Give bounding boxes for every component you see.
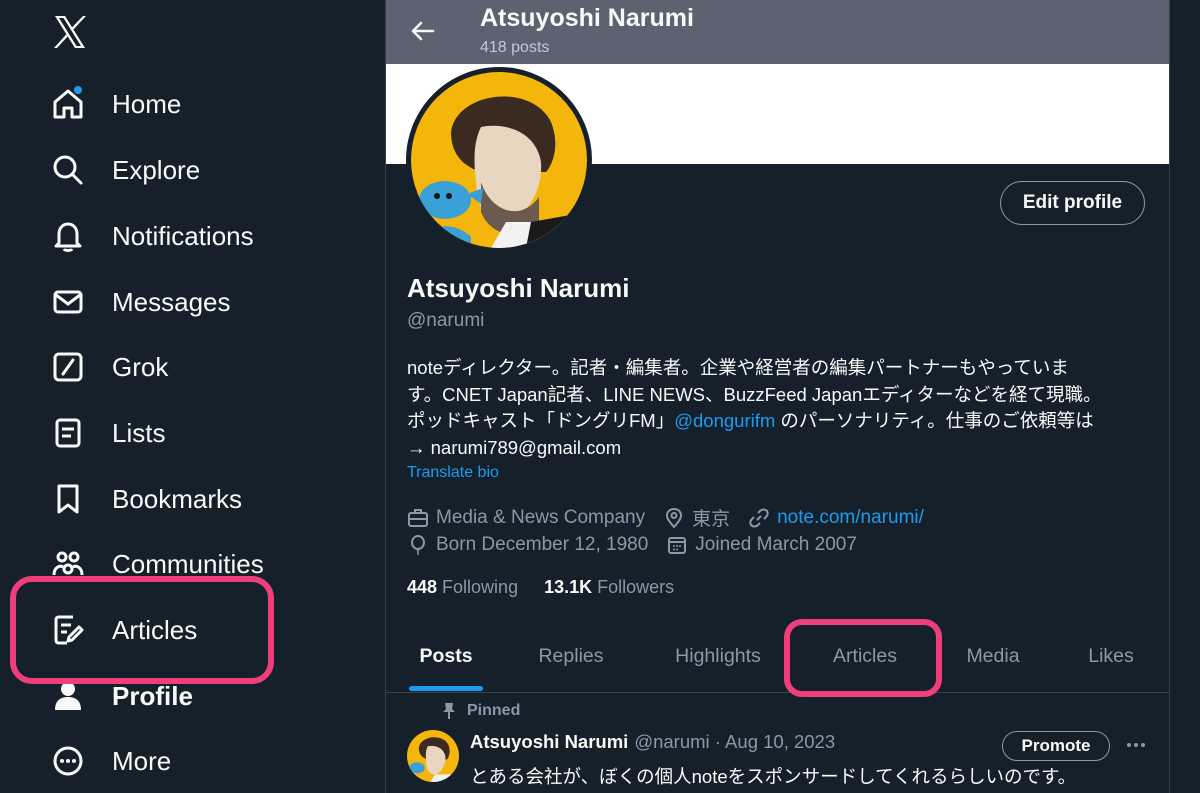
follow-stats: 448 Following 13.1K Followers bbox=[407, 577, 700, 598]
followers-label: Followers bbox=[597, 577, 675, 597]
following-link[interactable]: 448 Following bbox=[407, 577, 518, 598]
tab-media[interactable]: Media bbox=[938, 620, 1048, 692]
list-icon bbox=[48, 413, 88, 453]
balloon-icon bbox=[411, 535, 425, 556]
nav-more[interactable]: More bbox=[48, 733, 171, 789]
nav-messages[interactable]: Messages bbox=[48, 274, 231, 330]
followers-count: 13.1K bbox=[544, 577, 593, 597]
back-arrow-icon[interactable] bbox=[408, 16, 438, 46]
more-options-icon[interactable] bbox=[1124, 733, 1148, 757]
promote-button[interactable]: Promote bbox=[1002, 731, 1110, 761]
nav-notifications-label: Notifications bbox=[112, 220, 254, 251]
bio-line-3: ポッドキャスト「ドングリFM」@dongurifm のパーソナリティ。仕事のご依… bbox=[407, 408, 1152, 435]
followers-link[interactable]: 13.1K Followers bbox=[544, 577, 674, 598]
nav-lists-label: Lists bbox=[112, 417, 166, 448]
meta-website[interactable]: note.com/narumi/ bbox=[748, 507, 924, 529]
translate-bio-link[interactable]: Translate bio bbox=[407, 464, 499, 482]
bell-icon bbox=[48, 216, 88, 256]
meta-website-link[interactable]: note.com/narumi/ bbox=[777, 507, 924, 529]
bookmark-icon bbox=[48, 479, 88, 519]
nav-notifications[interactable]: Notifications bbox=[48, 208, 254, 264]
pinned-label: Pinned bbox=[441, 702, 520, 720]
nav-grok[interactable]: Grok bbox=[48, 339, 168, 395]
notification-dot bbox=[74, 86, 82, 94]
x-logo-icon[interactable] bbox=[50, 12, 90, 52]
envelope-icon bbox=[48, 282, 88, 322]
nav-grok-label: Grok bbox=[112, 351, 169, 382]
grok-icon bbox=[48, 347, 88, 387]
nav-home-label: Home bbox=[112, 88, 182, 119]
post-header: Atsuyoshi Narumi @narumi · Aug 10, 2023 bbox=[470, 731, 835, 753]
meta-category: Media & News Company bbox=[407, 507, 645, 529]
nav-bookmarks[interactable]: Bookmarks bbox=[48, 471, 242, 527]
bio-line-3-start: ポッドキャスト「ドングリFM」 bbox=[407, 410, 675, 431]
nav-home[interactable]: Home bbox=[48, 76, 181, 132]
tab-replies[interactable]: Replies bbox=[506, 620, 636, 692]
left-sidebar: Home Explore Notifications Messages Grok… bbox=[0, 0, 385, 793]
nav-explore-label: Explore bbox=[112, 154, 201, 185]
nav-bookmarks-label: Bookmarks bbox=[112, 483, 243, 514]
following-count: 448 bbox=[407, 577, 438, 597]
avatar-illustration bbox=[411, 72, 587, 248]
meta-joined: Joined March 2007 bbox=[666, 534, 857, 556]
meta-birthday: Born December 12, 1980 bbox=[407, 534, 648, 556]
profile-meta-row-2: Born December 12, 1980 Joined March 2007 bbox=[407, 534, 875, 556]
calendar-icon bbox=[668, 537, 687, 554]
meta-location-text: 東京 bbox=[692, 509, 731, 530]
pinned-text: Pinned bbox=[467, 702, 521, 719]
bio-line-3-end: のパーソナリティ。仕事のご依頼等は bbox=[775, 410, 1094, 431]
profile-name: Atsuyoshi Narumi bbox=[407, 273, 630, 303]
bio-line-2: す。CNET Japan記者、LINE NEWS、BuzzFeed Japanエ… bbox=[407, 383, 1102, 405]
profile-handle: @narumi bbox=[407, 310, 485, 331]
tab-likes[interactable]: Likes bbox=[1061, 620, 1161, 692]
nav-profile-label: Profile bbox=[112, 680, 193, 711]
nav-more-label: More bbox=[112, 745, 172, 776]
meta-category-text: Media & News Company bbox=[436, 506, 646, 528]
location-pin-icon bbox=[666, 507, 683, 529]
nav-communities-label: Communities bbox=[112, 548, 264, 579]
post-author-avatar[interactable] bbox=[407, 730, 459, 782]
link-icon bbox=[749, 508, 769, 527]
edit-profile-button[interactable]: Edit profile bbox=[1000, 181, 1145, 225]
more-circle-icon bbox=[48, 741, 88, 781]
tab-posts[interactable]: Posts bbox=[386, 620, 506, 692]
following-label: Following bbox=[442, 577, 519, 597]
meta-birthday-text: Born December 12, 1980 bbox=[436, 534, 649, 555]
header-posts-count: 418 posts bbox=[480, 39, 550, 56]
search-icon bbox=[48, 150, 88, 190]
profile-column: Atsuyoshi Narumi 418 posts Edit profile … bbox=[385, 0, 1170, 793]
bio-line-1: noteディレクター。記者・編集者。企業や経営者の編集パートナーもやっていま bbox=[407, 357, 1069, 378]
briefcase-icon bbox=[408, 508, 428, 527]
bio-line-4: → narumi789@gmail.com bbox=[407, 436, 622, 458]
profile-tabs: Posts Replies Highlights Articles Media … bbox=[386, 620, 1169, 693]
meta-joined-text: Joined March 2007 bbox=[695, 534, 857, 555]
home-icon bbox=[48, 84, 88, 124]
highlight-annotation-sidebar-articles bbox=[10, 576, 274, 684]
meta-location: 東京 bbox=[663, 504, 730, 531]
profile-bio: noteディレクター。記者・編集者。企業や経営者の編集パートナーもやっていま す… bbox=[407, 355, 1152, 461]
bio-mention-link[interactable]: @dongurifm bbox=[674, 410, 775, 431]
profile-header-bar: Atsuyoshi Narumi 418 posts bbox=[386, 0, 1169, 64]
pin-icon bbox=[443, 703, 455, 719]
profile-avatar[interactable] bbox=[406, 67, 592, 253]
profile-meta-row-1: Media & News Company 東京 note.com/narumi/ bbox=[407, 504, 942, 531]
tab-highlights[interactable]: Highlights bbox=[648, 620, 788, 692]
nav-explore[interactable]: Explore bbox=[48, 142, 200, 198]
nav-lists[interactable]: Lists bbox=[48, 405, 165, 461]
header-title: Atsuyoshi Narumi bbox=[480, 4, 694, 32]
nav-messages-label: Messages bbox=[112, 286, 231, 317]
post-author-name[interactable]: Atsuyoshi Narumi bbox=[470, 731, 628, 753]
post-author-meta[interactable]: @narumi · Aug 10, 2023 bbox=[634, 731, 835, 753]
post-avatar-illustration bbox=[407, 730, 459, 782]
post-text: とある会社が、ぼくの個人noteをスポンサードしてくれるらしいのです。 bbox=[470, 766, 1077, 787]
highlight-annotation-articles-tab bbox=[784, 619, 942, 697]
active-tab-indicator bbox=[409, 686, 483, 691]
